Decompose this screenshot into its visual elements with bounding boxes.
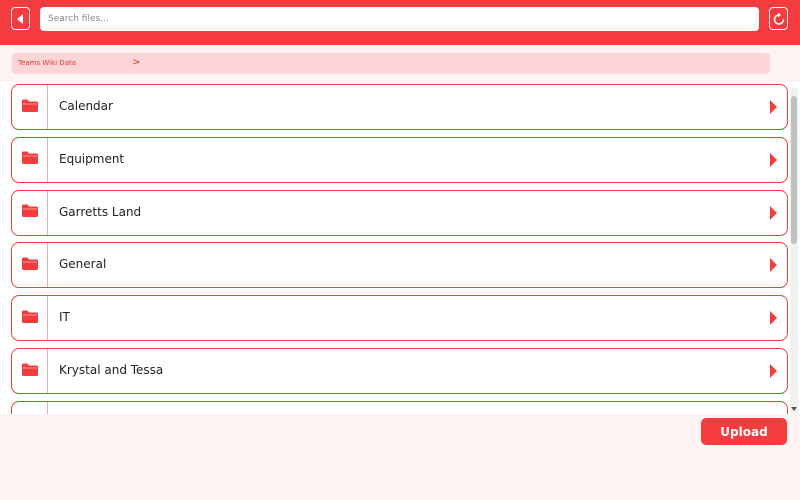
folder-icon xyxy=(21,150,39,169)
folder-icon-cell xyxy=(12,190,48,235)
chevron-right-icon[interactable] xyxy=(770,152,777,167)
scrollbar[interactable] xyxy=(790,88,798,414)
scroll-down-arrow-icon[interactable] xyxy=(791,407,797,411)
chevron-right-icon[interactable] xyxy=(770,258,777,273)
folder-icon-cell xyxy=(12,349,48,393)
folder-row[interactable]: Krystal and Tessa xyxy=(11,348,788,394)
folder-icon-cell xyxy=(12,243,48,288)
folder-icon xyxy=(21,256,39,275)
folder-row[interactable]: Calendar xyxy=(11,84,788,130)
folder-icon xyxy=(21,362,39,381)
folder-label: Equipment xyxy=(59,151,125,166)
caret-left-icon xyxy=(17,13,23,24)
folder-label: Garretts Land xyxy=(59,204,142,219)
folder-label: Calendar xyxy=(59,99,113,113)
search-input[interactable] xyxy=(40,7,759,31)
folder-icon xyxy=(21,98,39,117)
chevron-right-icon[interactable] xyxy=(770,311,777,326)
refresh-button[interactable] xyxy=(769,7,788,30)
folder-list: Calendar Equipment Garretts Land General IT K… xyxy=(0,82,800,414)
scrollbar-thumb[interactable] xyxy=(791,96,797,244)
breadcrumb-separator: > xyxy=(132,57,141,68)
top-bar xyxy=(0,0,800,45)
chevron-right-icon[interactable] xyxy=(770,205,777,220)
folder-icon xyxy=(21,309,39,328)
folder-icon-cell xyxy=(12,296,48,341)
folder-row[interactable]: Equipment xyxy=(11,136,788,183)
upload-button[interactable]: Upload xyxy=(701,418,787,445)
folder-row[interactable]: Garretts Land xyxy=(11,189,788,236)
refresh-icon xyxy=(773,12,784,25)
folder-icon-cell xyxy=(12,137,48,182)
chevron-right-icon[interactable] xyxy=(770,100,777,114)
folder-label: General xyxy=(59,257,107,272)
folder-row[interactable]: IT xyxy=(11,295,788,342)
folder-label: Krystal and Tessa xyxy=(59,363,164,377)
folder-icon-cell xyxy=(12,85,48,129)
folder-row[interactable]: General xyxy=(11,242,788,289)
folder-row[interactable] xyxy=(11,400,788,414)
folder-label: IT xyxy=(59,310,70,325)
folder-icon xyxy=(21,203,39,222)
chevron-right-icon[interactable] xyxy=(770,364,777,378)
folder-icon-cell xyxy=(12,401,48,414)
breadcrumb-item-teams-wiki-data[interactable]: Teams Wiki Data xyxy=(18,59,76,67)
breadcrumb: Teams Wiki Data > xyxy=(12,53,770,74)
back-button[interactable] xyxy=(11,7,30,30)
